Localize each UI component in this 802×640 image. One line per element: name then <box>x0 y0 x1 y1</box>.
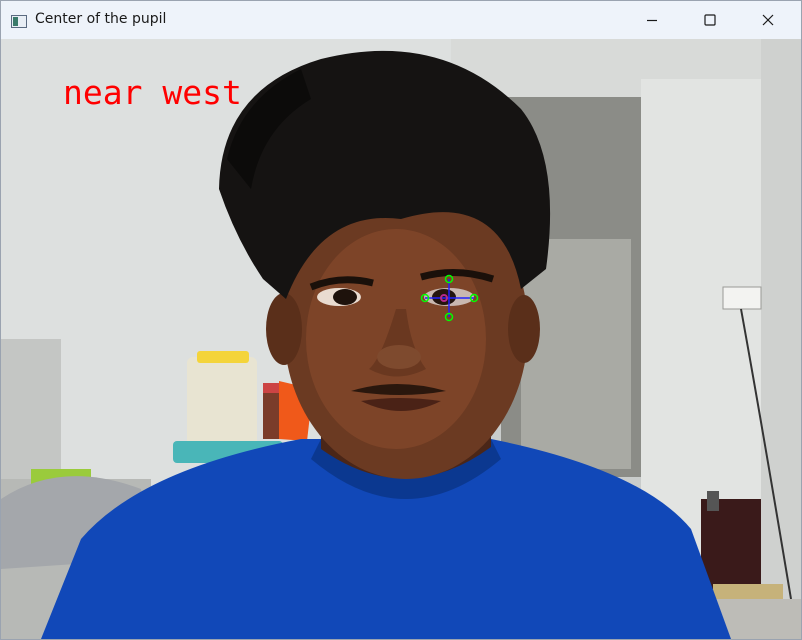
close-icon <box>762 14 774 26</box>
maximize-button[interactable] <box>681 1 739 39</box>
title-bar[interactable]: Center of the pupil <box>1 1 801 39</box>
app-window: Center of the pupil near west <box>0 0 802 640</box>
camera-frame: near west <box>1 39 801 639</box>
minimize-icon <box>647 19 657 22</box>
app-icon <box>11 13 27 28</box>
window-title: Center of the pupil <box>35 11 167 27</box>
close-button[interactable] <box>739 1 797 39</box>
gaze-direction-label: near west <box>63 73 242 112</box>
maximize-icon <box>704 14 716 26</box>
webcam-image <box>1 39 801 639</box>
minimize-button[interactable] <box>623 1 681 39</box>
